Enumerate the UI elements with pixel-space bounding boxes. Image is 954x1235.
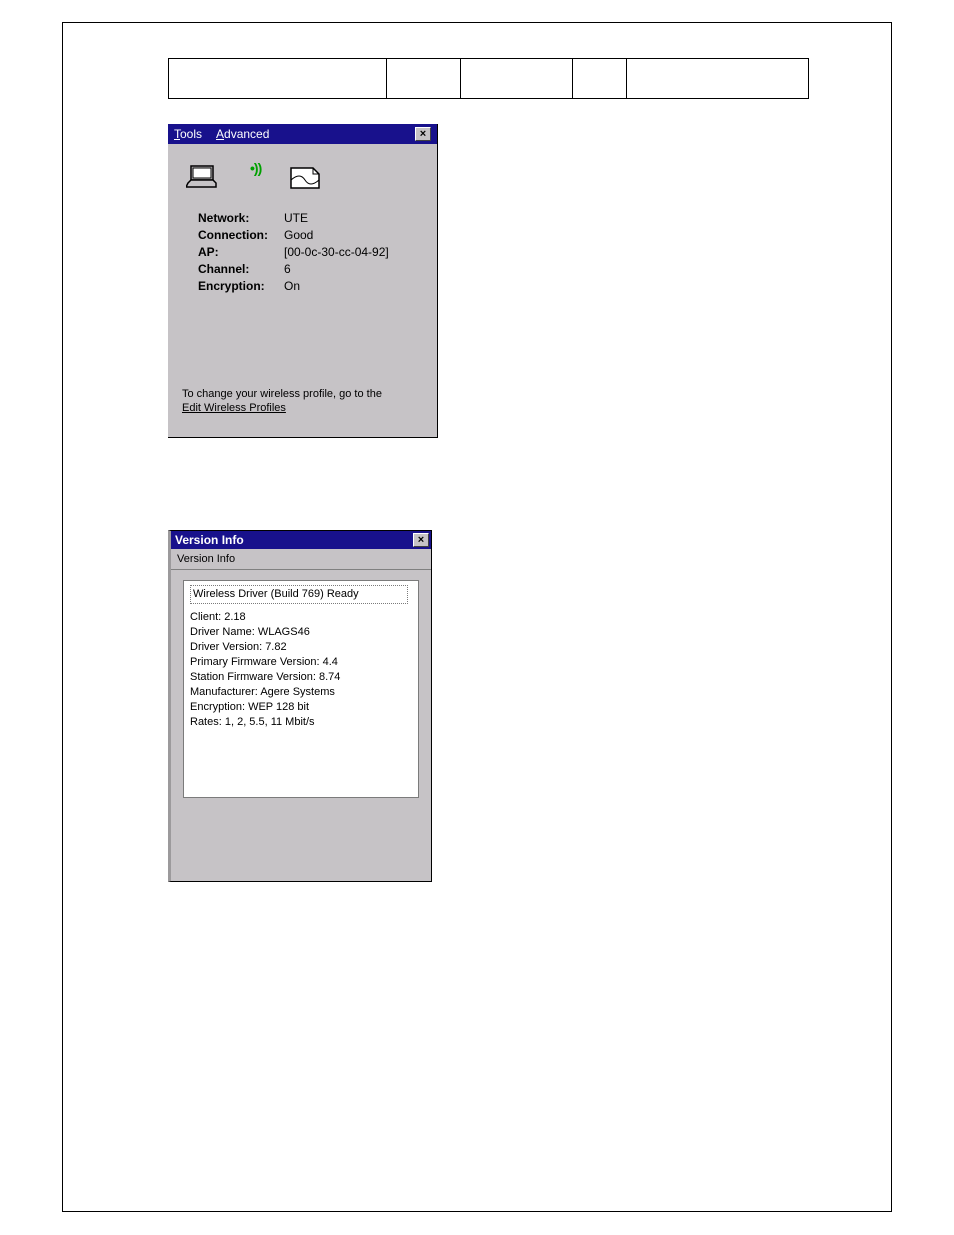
channel-label: Channel: [198, 261, 284, 278]
field-connection: Connection: Good [198, 227, 423, 244]
station-fw-line: Station Firmware Version: 8.74 [190, 670, 412, 685]
manufacturer-line: Manufacturer: Agere Systems [190, 685, 412, 700]
page: Tools Advanced × •)) [0, 0, 954, 1235]
header-cell-2 [387, 59, 461, 99]
header-cell-5 [627, 59, 809, 99]
laptop-icon [186, 163, 224, 191]
connection-value: Good [284, 227, 313, 244]
network-label: Network: [198, 210, 284, 227]
primary-fw-line: Primary Firmware Version: 4.4 [190, 655, 412, 670]
profile-hint: To change your wireless profile, go to t… [182, 387, 382, 415]
menu-tools[interactable]: Tools [174, 127, 202, 141]
field-encryption: Encryption: On [198, 278, 423, 295]
field-network: Network: UTE [198, 210, 423, 227]
header-cell-4 [573, 59, 627, 99]
header-cell-3 [461, 59, 573, 99]
signal-icon: •)) [250, 160, 261, 176]
ap-value: [00-0c-30-cc-04-92] [284, 244, 389, 261]
connection-label: Connection: [198, 227, 284, 244]
document-icon [287, 162, 323, 192]
close-button[interactable]: × [415, 127, 431, 141]
menu-advanced[interactable]: Advanced [216, 127, 269, 141]
close-button[interactable]: × [413, 533, 429, 547]
ap-label: AP: [198, 244, 284, 261]
icon-row: •)) [186, 162, 419, 192]
driver-status: Wireless Driver (Build 769) Ready [190, 585, 408, 604]
rates-line: Rates: 1, 2, 5.5, 11 Mbit/s [190, 715, 412, 730]
titlebar: Version Info × [171, 531, 431, 549]
edit-profiles-link[interactable]: Edit Wireless Profiles [182, 402, 286, 414]
status-fields: Network: UTE Connection: Good AP: [00-0c… [198, 210, 423, 295]
field-channel: Channel: 6 [198, 261, 423, 278]
driver-version-line: Driver Version: 7.82 [190, 640, 412, 655]
client-line: Client: 2.18 [190, 610, 412, 625]
version-info-subhead: Version Info [171, 549, 431, 570]
wireless-status-window: Tools Advanced × •)) [168, 124, 438, 438]
window-title: Version Info [175, 533, 244, 547]
encryption-line: Encryption: WEP 128 bit [190, 700, 412, 715]
network-value: UTE [284, 210, 308, 227]
driver-name-line: Driver Name: WLAGS46 [190, 625, 412, 640]
encryption-label: Encryption: [198, 278, 284, 295]
version-info-panel: Wireless Driver (Build 769) Ready Client… [183, 580, 419, 798]
profile-hint-text: To change your wireless profile, go to t… [182, 388, 382, 400]
header-table [168, 58, 809, 99]
wireless-status-body: •)) Network: UTE Connection: Good [168, 144, 437, 437]
header-cell-1 [169, 59, 387, 99]
menubar: Tools Advanced × [168, 124, 437, 144]
encryption-value: On [284, 278, 300, 295]
channel-value: 6 [284, 261, 291, 278]
version-info-window: Version Info × Version Info Wireless Dri… [168, 530, 432, 882]
field-ap: AP: [00-0c-30-cc-04-92] [198, 244, 423, 261]
